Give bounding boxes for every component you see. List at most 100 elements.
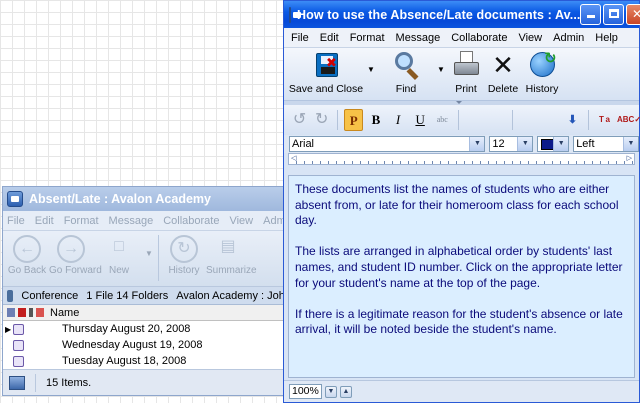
menu-collaborate[interactable]: Collaborate bbox=[451, 32, 507, 44]
panel-icon[interactable] bbox=[9, 375, 25, 390]
alignment-value: Left bbox=[576, 138, 595, 150]
minus-icon bbox=[36, 308, 44, 317]
folder-counts: 1 File 14 Folders bbox=[86, 289, 169, 302]
font-tool-icon[interactable]: T a bbox=[595, 109, 614, 131]
font-size-select[interactable]: 12 ▼ bbox=[489, 136, 534, 152]
menu-view[interactable]: View bbox=[518, 32, 542, 44]
save-close-icon: ✖ bbox=[311, 51, 341, 81]
background-window[interactable]: Absent/Late : Avalon Academy File Edit F… bbox=[2, 186, 292, 396]
magnifier-icon bbox=[391, 51, 421, 81]
list-item[interactable]: Wednesday August 19, 2008 bbox=[3, 337, 291, 353]
menu-message[interactable]: Message bbox=[396, 32, 441, 44]
menu-edit[interactable]: Edit bbox=[320, 32, 339, 44]
document-icon bbox=[13, 355, 24, 367]
undo-icon[interactable]: ↺ bbox=[290, 109, 309, 131]
history-button[interactable]: ↻ History bbox=[522, 50, 562, 95]
save-dropdown-arrow[interactable]: ▼ bbox=[364, 51, 378, 74]
item-count: 15 Items. bbox=[46, 376, 92, 389]
paragraph-style-button[interactable]: P bbox=[344, 109, 364, 131]
conference-icon bbox=[7, 289, 14, 302]
main-toolbar: ✖ Save and Close ▼ Find ▼ Print ✕ Delete… bbox=[284, 48, 639, 100]
new-label: New bbox=[108, 265, 129, 276]
document-paragraph: The lists are arranged in alphabetical o… bbox=[295, 244, 623, 290]
italic-button[interactable]: I bbox=[389, 109, 408, 131]
bg-menu-edit[interactable]: Edit bbox=[35, 215, 54, 227]
find-label: Find bbox=[395, 83, 417, 95]
bg-menu-file[interactable]: File bbox=[7, 215, 25, 227]
toolbar-splitter[interactable] bbox=[284, 100, 639, 105]
bg-info-bar: Conference 1 File 14 Folders Avalon Acad… bbox=[3, 287, 291, 305]
font-size-value: 12 bbox=[492, 138, 505, 150]
history-label: History bbox=[525, 83, 559, 95]
bg-menu-bar: File Edit Format Message Collaborate Vie… bbox=[3, 211, 291, 231]
format-toolbar: ↺ ↻ P B I U abc ⬇ T a ABC✓ bbox=[284, 105, 640, 135]
bold-button[interactable]: B bbox=[366, 109, 385, 131]
bg-title-bar[interactable]: Absent/Late : Avalon Academy bbox=[3, 187, 291, 211]
conference-label[interactable]: Conference bbox=[21, 290, 78, 302]
menu-format[interactable]: Format bbox=[350, 32, 385, 44]
delete-button[interactable]: ✕ Delete bbox=[484, 51, 522, 95]
menu-file[interactable]: File bbox=[291, 32, 309, 44]
redo-icon[interactable]: ↻ bbox=[312, 109, 331, 131]
save-and-close-button[interactable]: ✖ Save and Close bbox=[288, 51, 364, 95]
save-and-close-label: Save and Close bbox=[288, 83, 364, 95]
new-button[interactable]: □ New bbox=[93, 235, 145, 276]
bg-menu-format[interactable]: Format bbox=[64, 215, 99, 227]
list-header: Name bbox=[3, 305, 291, 321]
list-item[interactable]: Tuesday August 18, 2008 bbox=[3, 353, 291, 369]
go-back-button[interactable]: ← Go Back bbox=[5, 235, 49, 276]
find-dropdown-arrow[interactable]: ▼ bbox=[434, 51, 448, 74]
app-icon bbox=[289, 6, 301, 23]
find-button[interactable]: Find bbox=[378, 51, 434, 95]
menu-help[interactable]: Help bbox=[595, 32, 618, 44]
text-color-select[interactable]: ▼ bbox=[537, 136, 570, 152]
left-margin-marker-icon[interactable]: ◁ bbox=[291, 155, 296, 162]
summarize-button[interactable]: ▤ Summarize bbox=[206, 235, 257, 276]
horizontal-rule-icon[interactable] bbox=[541, 109, 560, 131]
chevron-down-icon: ▼ bbox=[469, 137, 485, 151]
bg-history-button[interactable]: ↻ History bbox=[162, 235, 206, 276]
underline-button[interactable]: U bbox=[411, 109, 430, 131]
zoom-field[interactable]: 100% bbox=[289, 384, 322, 399]
insert-down-arrow-icon[interactable]: ⬇ bbox=[563, 109, 582, 131]
print-label: Print bbox=[455, 83, 477, 95]
menu-admin[interactable]: Admin bbox=[553, 32, 584, 44]
column-name-header[interactable]: Name bbox=[50, 307, 79, 319]
column-icons bbox=[7, 308, 44, 317]
summarize-icon: ▤ bbox=[220, 238, 236, 255]
bg-window-title: Absent/Late : Avalon Academy bbox=[29, 192, 211, 206]
printer-icon bbox=[451, 51, 481, 81]
document-icon bbox=[13, 323, 24, 335]
bg-menu-message[interactable]: Message bbox=[109, 215, 154, 227]
right-margin-marker-icon[interactable]: ▷ bbox=[627, 155, 632, 162]
bg-menu-collaborate[interactable]: Collaborate bbox=[163, 215, 219, 227]
outdent-icon[interactable] bbox=[487, 109, 506, 131]
ruler[interactable]: ◁ ▷ bbox=[288, 153, 635, 165]
font-family-value: Arial bbox=[292, 138, 315, 150]
app-icon bbox=[7, 191, 23, 207]
new-dropdown-arrow[interactable]: ▼ bbox=[145, 235, 155, 258]
history-globe-icon: ↻ bbox=[527, 50, 557, 81]
table-icon[interactable] bbox=[519, 109, 538, 131]
go-forward-button[interactable]: → Go Forward bbox=[49, 235, 102, 276]
close-button[interactable]: ✕ bbox=[626, 4, 640, 25]
chevron-down-icon: ▼ bbox=[553, 137, 569, 151]
attachment-icon bbox=[29, 308, 33, 317]
superscript-icon[interactable]: abc bbox=[433, 109, 452, 131]
document-body[interactable]: These documents list the names of studen… bbox=[288, 175, 635, 378]
alignment-select[interactable]: Left ▼ bbox=[573, 136, 639, 152]
spell-check-icon[interactable]: ABC✓ bbox=[617, 109, 640, 131]
minimize-button[interactable] bbox=[580, 4, 602, 25]
bg-menu-view[interactable]: View bbox=[229, 215, 253, 227]
print-button[interactable]: Print bbox=[448, 51, 484, 95]
zoom-out-button[interactable]: ▲ bbox=[340, 385, 352, 398]
list-item[interactable]: ▶ Thursday August 20, 2008 bbox=[3, 321, 291, 337]
font-family-select[interactable]: Arial ▼ bbox=[289, 136, 486, 152]
zoom-bar: 100% ▼ ▲ bbox=[284, 380, 639, 402]
document-window[interactable]: How to use the Absence/Late documents : … bbox=[283, 0, 640, 403]
document-list: ▶ Thursday August 20, 2008 Wednesday Aug… bbox=[3, 321, 291, 369]
maximize-button[interactable] bbox=[603, 4, 625, 25]
indent-icon[interactable] bbox=[465, 109, 484, 131]
title-bar[interactable]: How to use the Absence/Late documents : … bbox=[284, 1, 640, 28]
zoom-dropdown-button[interactable]: ▼ bbox=[325, 385, 337, 398]
